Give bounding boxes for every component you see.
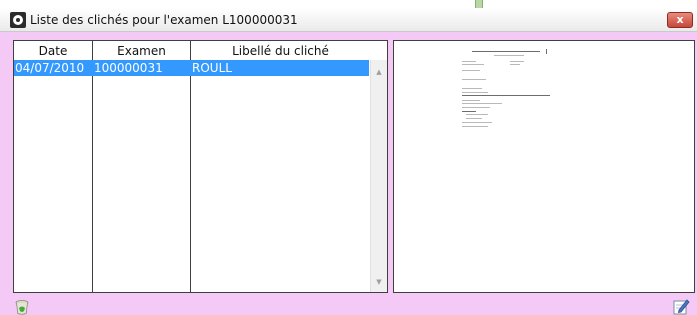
column-divider bbox=[92, 41, 93, 292]
desktop-top-strip bbox=[0, 0, 697, 8]
scroll-up-arrow[interactable]: ▲ bbox=[371, 66, 387, 78]
image-preview[interactable] bbox=[393, 40, 695, 293]
column-header-examen[interactable]: Examen bbox=[93, 43, 190, 59]
dialog-window: Liste des clichés pour l'examen L1000000… bbox=[0, 8, 697, 315]
edit-icon[interactable] bbox=[673, 298, 690, 315]
cell-libelle: ROULL bbox=[192, 61, 232, 75]
window-title: Liste des clichés pour l'examen L1000000… bbox=[30, 13, 298, 27]
scroll-down-arrow[interactable]: ▼ bbox=[371, 276, 387, 288]
cliches-list[interactable]: Date Examen Libellé du cliché 04/07/2010… bbox=[13, 40, 388, 293]
background-window-edge bbox=[475, 0, 483, 8]
document-thumbnail bbox=[450, 49, 560, 169]
cell-examen: 100000031 bbox=[94, 61, 163, 75]
column-divider bbox=[190, 41, 191, 292]
title-bar[interactable]: Liste des clichés pour l'examen L1000000… bbox=[0, 8, 697, 32]
trash-icon[interactable] bbox=[14, 299, 30, 315]
column-header-libelle[interactable]: Libellé du cliché bbox=[191, 43, 370, 59]
close-button[interactable]: x bbox=[667, 12, 693, 28]
app-icon bbox=[10, 12, 26, 28]
cell-date: 04/07/2010 bbox=[15, 61, 85, 75]
column-header-date[interactable]: Date bbox=[14, 43, 92, 59]
vertical-scrollbar[interactable]: ▲ ▼ bbox=[370, 60, 387, 292]
